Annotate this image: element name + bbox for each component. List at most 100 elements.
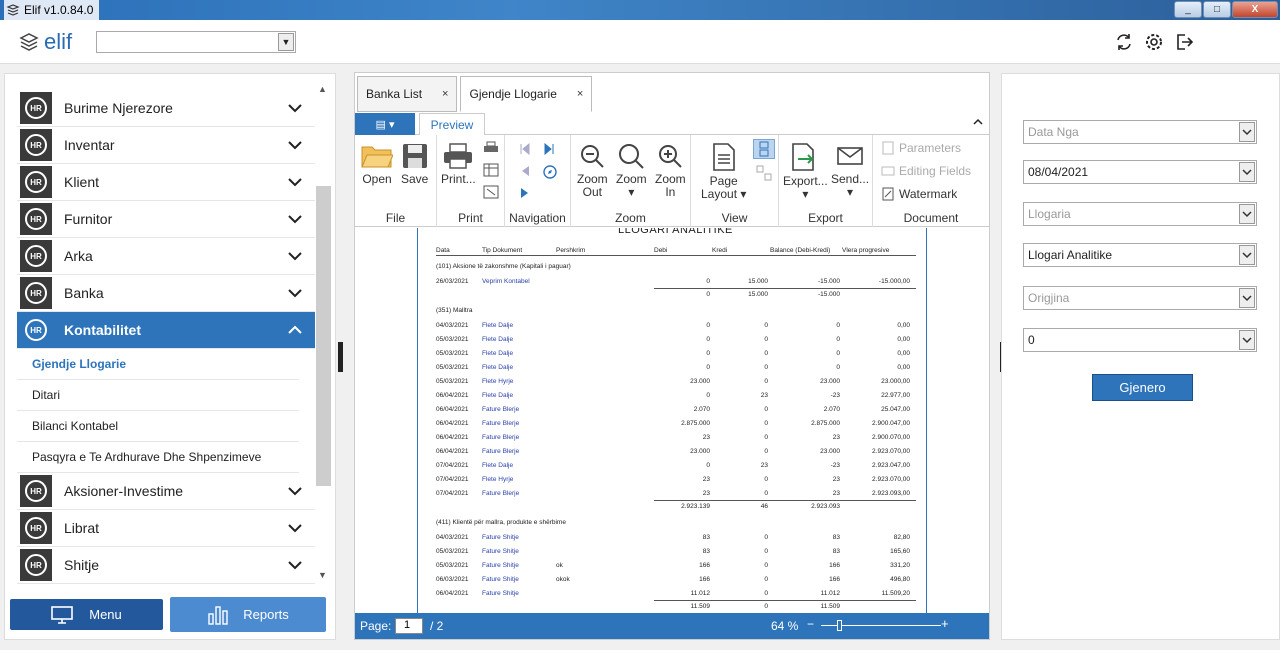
export-button[interactable]: Export... ▾	[783, 143, 828, 201]
document-link[interactable]: Fature Blerje	[482, 490, 556, 497]
tab-banka-list[interactable]: Banka List ×	[357, 76, 458, 112]
ribbon-group-view: Page Layout ▾ View	[691, 135, 779, 227]
zoom-minus-icon[interactable]: −	[807, 617, 814, 631]
llogaria-select[interactable]: Llogaria	[1023, 202, 1257, 226]
sidebar-item-shitje[interactable]: HR Shitje	[17, 547, 315, 584]
open-button[interactable]: Open	[361, 143, 393, 186]
sidebar-item-inventar[interactable]: HR Inventar	[17, 127, 315, 164]
document-link[interactable]: Fature Shitje	[482, 548, 556, 555]
sidebar-item-librat[interactable]: HR Librat	[17, 510, 315, 547]
print-button[interactable]: Print...	[441, 143, 476, 186]
single-page-view-toggle[interactable]	[753, 139, 775, 159]
document-link[interactable]: Fature Shitje	[482, 590, 556, 597]
save-button[interactable]: Save	[401, 143, 428, 186]
document-link[interactable]: Fature Blerje	[482, 448, 556, 455]
tab-label: Gjendje Llogarie	[469, 87, 557, 101]
table-cell: 05/03/2021	[436, 335, 469, 343]
left-splitter-handle[interactable]	[338, 342, 343, 372]
zoom-slider-knob[interactable]	[837, 620, 842, 631]
document-link[interactable]: Fature Blerje	[482, 420, 556, 427]
scrollbar-thumb[interactable]	[316, 186, 331, 486]
tab-gjendje-llogarie[interactable]: Gjendje Llogarie ×	[460, 76, 593, 112]
settings-gear-icon[interactable]	[1144, 32, 1164, 52]
quick-print-icon[interactable]	[483, 141, 499, 155]
logout-icon[interactable]	[1174, 32, 1194, 52]
report-preview[interactable]: LLOGARI ANALITIKE Data Tip Dokument Pers…	[355, 228, 989, 613]
table-cell: 05/03/2021	[436, 377, 469, 385]
table-cell: 165,60	[890, 547, 910, 555]
next-page-icon[interactable]	[519, 187, 531, 199]
date-field[interactable]: 08/04/2021	[1023, 160, 1257, 184]
scroll-up-icon[interactable]: ▲	[318, 84, 327, 94]
close-icon[interactable]: ×	[577, 88, 583, 100]
document-link[interactable]: Fature Blerje	[482, 434, 556, 441]
document-link[interactable]: Flete Hyrje	[482, 476, 556, 483]
scale-icon[interactable]	[483, 185, 499, 199]
page-number-input[interactable]: 1	[395, 618, 423, 634]
number-select[interactable]: 0	[1023, 328, 1257, 352]
sidebar-item-banka[interactable]: HR Banka	[17, 275, 315, 312]
close-window-button[interactable]: X	[1232, 1, 1278, 18]
subitem-gjendje-llogarie[interactable]: Gjendje Llogarie	[17, 349, 299, 380]
document-link[interactable]: Fature Shitje	[482, 562, 556, 569]
compass-icon[interactable]	[543, 165, 557, 179]
subitem-pasqyra[interactable]: Pasqyra e Te Ardhurave Dhe Shpenzimeve	[17, 442, 299, 473]
hr-icon: HR	[20, 277, 52, 309]
document-link[interactable]: Fature Shitje	[482, 534, 556, 541]
sidebar-item-arka[interactable]: HR Arka	[17, 238, 315, 275]
hr-icon: HR	[20, 314, 52, 346]
previous-page-icon[interactable]	[519, 165, 531, 177]
zoom-in-button[interactable]: Zoom In	[655, 143, 686, 199]
document-link[interactable]: Veprim Kontabel	[482, 278, 556, 285]
send-button[interactable]: Send... ▾	[831, 143, 869, 199]
collapse-ribbon-icon[interactable]	[973, 117, 983, 127]
sidebar-item-burime-njerezore[interactable]: HR Burime Njerezore	[17, 90, 315, 127]
generate-button[interactable]: Gjenero	[1092, 374, 1193, 401]
last-page-icon[interactable]	[543, 143, 555, 155]
first-page-icon[interactable]	[519, 143, 531, 155]
document-link[interactable]: Flete Dalje	[482, 350, 556, 357]
ribbon-tab-preview[interactable]: Preview	[419, 113, 485, 136]
sidebar-item-aksioner-investime[interactable]: HR Aksioner-Investime	[17, 473, 315, 510]
scroll-down-icon[interactable]: ▼	[318, 570, 327, 580]
table-cell: 06/04/2021	[436, 419, 469, 427]
zoom-plus-icon[interactable]: +	[941, 616, 949, 631]
refresh-icon[interactable]	[1114, 32, 1134, 52]
page-setup-icon[interactable]	[483, 163, 499, 177]
zoom-slider[interactable]	[821, 620, 941, 631]
sidebar-item-kontabilitet[interactable]: HR Kontabilitet	[17, 312, 315, 349]
sidebar-item-klient[interactable]: HR Klient	[17, 164, 315, 201]
sidebar-scrollbar[interactable]: ▲ ▼	[315, 82, 332, 582]
reports-button[interactable]: Reports	[170, 597, 326, 632]
col-header: Kredi	[712, 247, 728, 254]
editing-fields-button[interactable]: Editing Fields	[881, 164, 971, 178]
maximize-button[interactable]: □	[1203, 1, 1231, 18]
multi-page-icon[interactable]	[756, 165, 772, 181]
zoom-out-button[interactable]: Zoom Out	[577, 143, 608, 199]
document-link[interactable]: Flete Dalje	[482, 364, 556, 371]
watermark-button[interactable]: Watermark	[881, 187, 957, 201]
subitem-ditari[interactable]: Ditari	[17, 380, 299, 411]
document-link[interactable]: Flete Dalje	[482, 462, 556, 469]
company-select[interactable]: ▼	[96, 31, 296, 53]
zoom-button[interactable]: Zoom ▾	[616, 143, 647, 199]
document-link[interactable]: Fature Blerje	[482, 406, 556, 413]
document-link[interactable]: Fature Shitje	[482, 576, 556, 583]
page-layout-button[interactable]: Page Layout ▾	[701, 143, 746, 201]
account-type-select[interactable]: Llogari Analitike	[1023, 243, 1257, 267]
document-link[interactable]: Flete Dalje	[482, 336, 556, 343]
ribbon-file-menu[interactable]: ▤ ▾	[355, 113, 415, 135]
parameters-button[interactable]: Parameters	[881, 141, 961, 155]
menu-button[interactable]: Menu	[10, 599, 163, 630]
document-link[interactable]: Flete Dalje	[482, 392, 556, 399]
document-link[interactable]: Flete Hyrje	[482, 378, 556, 385]
data-nga-field[interactable]: Data Nga	[1023, 120, 1257, 144]
document-link[interactable]: Flete Dalje	[482, 322, 556, 329]
sidebar-item-furnitor[interactable]: HR Furnitor	[17, 201, 315, 238]
origjina-select[interactable]: Origjina	[1023, 286, 1257, 310]
minimize-button[interactable]: _	[1174, 1, 1202, 18]
table-cell: 23	[702, 489, 710, 497]
close-icon[interactable]: ×	[442, 88, 448, 100]
subitem-bilanci-kontabel[interactable]: Bilanci Kontabel	[17, 411, 299, 442]
table-row: 05/03/2021 Flete Dalje 0 0 0 0,00	[436, 346, 916, 360]
